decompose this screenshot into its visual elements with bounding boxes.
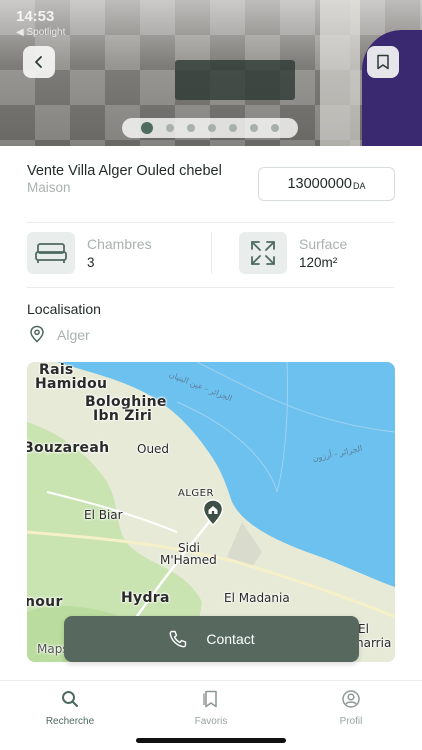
status-time: 14:53 [16, 8, 55, 25]
gallery-dot[interactable] [271, 124, 279, 132]
bed-icon [35, 243, 67, 263]
price-currency: DA [353, 181, 366, 191]
home-indicator [136, 738, 286, 743]
profile-icon [342, 690, 360, 708]
gallery-dot[interactable] [166, 124, 174, 132]
map-label: Oued [137, 442, 170, 456]
price-box: 13000000 DA [258, 167, 395, 201]
nav-label: Favoris [194, 716, 228, 727]
surface-icon-box [239, 232, 287, 274]
price-value: 13000000 [287, 176, 352, 192]
gallery-dot[interactable] [250, 124, 258, 132]
map-label: nour [27, 594, 63, 610]
surface-label: Surface [299, 236, 348, 252]
gallery-dot[interactable] [141, 122, 153, 134]
divider [27, 287, 394, 288]
gallery-dot[interactable] [229, 124, 237, 132]
status-carrier: ◀ Spotlight [16, 27, 66, 38]
nav-label: Recherche [45, 716, 95, 727]
chevron-left-icon [35, 56, 42, 68]
map-label: Hamidou [35, 376, 108, 392]
map-label: Bouzareah [27, 440, 110, 456]
bedrooms-value: 3 [87, 255, 95, 270]
nav-label: Profil [339, 716, 363, 727]
gallery-pagination[interactable] [122, 118, 298, 138]
map-label: ALGER [178, 488, 214, 499]
nav-tab-favoris[interactable]: Favoris [161, 687, 261, 727]
search-icon [62, 691, 79, 708]
contact-button-label: Contact [206, 631, 255, 647]
map-label: harria [356, 636, 392, 650]
gallery-dot[interactable] [208, 124, 216, 132]
bookmark-icon [377, 54, 389, 70]
gallery-dot[interactable] [187, 124, 195, 132]
divider [27, 222, 394, 223]
listing-type: Maison [27, 180, 71, 195]
location-city: Alger [57, 327, 90, 343]
map-label: El Madania [224, 591, 290, 605]
map-label: Hydra [121, 590, 170, 606]
phone-icon [169, 630, 187, 648]
feature-separator [211, 232, 212, 274]
map-label: M'Hamed [160, 553, 217, 567]
map-label: Ibn Ziri [93, 408, 153, 424]
bedrooms-label: Chambres [87, 236, 152, 252]
map-label: El [358, 622, 369, 636]
location-section-title: Localisation [27, 301, 101, 317]
expand-arrows-icon [251, 241, 275, 265]
photo-wall [320, 0, 360, 146]
map-label: El Biar [84, 508, 123, 522]
bedrooms-icon-box [27, 232, 75, 274]
bookmarks-icon [203, 690, 217, 708]
nav-tab-recherche[interactable]: Recherche [20, 687, 120, 727]
back-button[interactable] [23, 46, 55, 78]
surface-value: 120m² [299, 255, 338, 270]
photo-rug [175, 60, 295, 100]
location-pin-icon [30, 325, 44, 343]
bookmark-button[interactable] [367, 46, 399, 78]
map-marker-icon[interactable] [202, 499, 224, 527]
nav-tab-profil[interactable]: Profil [301, 687, 401, 727]
contact-button[interactable]: Contact [64, 616, 359, 662]
listing-title: Vente Villa Alger Ouled chebel [27, 163, 222, 179]
